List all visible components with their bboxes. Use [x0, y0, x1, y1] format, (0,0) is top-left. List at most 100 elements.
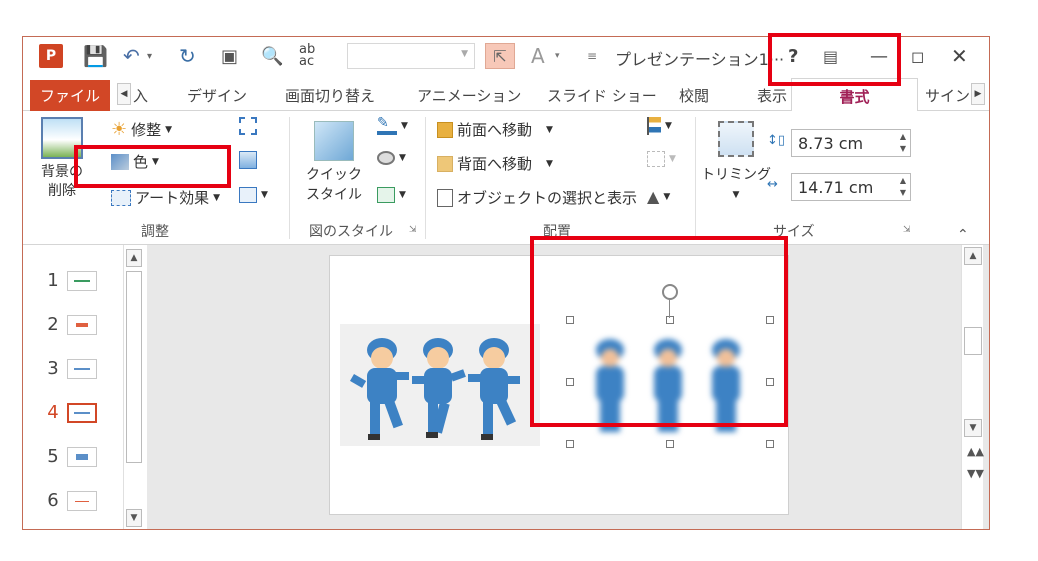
tab-slideshow[interactable]: スライド ショー: [547, 80, 657, 111]
resize-handle[interactable]: [766, 440, 774, 448]
undo-icon[interactable]: ↶: [123, 44, 140, 68]
collapse-ribbon-icon[interactable]: ⌃: [957, 227, 969, 243]
scroll-down-icon[interactable]: ▼: [964, 419, 982, 437]
height-field[interactable]: 8.73 cm ▲ ▼: [791, 129, 911, 157]
tab-scroll-right-icon[interactable]: ▶: [971, 83, 985, 105]
group-objects-icon[interactable]: ▼: [647, 151, 676, 167]
font-size-dropdown-icon[interactable]: ▾: [555, 44, 560, 68]
chevron-down-icon: ▼: [461, 49, 468, 59]
reset-picture-icon[interactable]: ▼: [239, 187, 268, 203]
scroll-thumb[interactable]: [126, 271, 142, 463]
chevron-down-icon: ▼: [546, 124, 553, 135]
workers-picture[interactable]: [340, 324, 540, 446]
scroll-down-icon[interactable]: ▼: [126, 509, 142, 527]
width-field[interactable]: 14.71 cm ▲ ▼: [791, 173, 911, 201]
highlight-format-tab: [768, 33, 901, 86]
maximize-icon[interactable]: ◻: [911, 44, 924, 68]
group-divider: [695, 117, 696, 239]
tab-transitions[interactable]: 画面切り替え: [285, 80, 375, 111]
picture-styles-group-label: 図のスタイル: [309, 224, 393, 240]
art-effects-label: アート効果: [135, 189, 210, 207]
spinner-icon[interactable]: ▲ ▼: [900, 131, 906, 155]
slide-thumbnail[interactable]: [67, 359, 97, 379]
font-size-icon[interactable]: A: [531, 44, 545, 68]
quick-styles-button[interactable]: クイック スタイル: [301, 121, 367, 217]
print-preview-icon[interactable]: 🔍: [261, 44, 283, 68]
dialog-launcher-icon[interactable]: ⇲: [409, 225, 417, 235]
main-scrollbar[interactable]: ▲ ▼ ▲▲ ▼▼: [961, 245, 984, 529]
align-icon[interactable]: ▼: [647, 117, 672, 135]
slide-number: 3: [47, 358, 59, 379]
crop-button[interactable]: トリミング ▼: [701, 121, 771, 217]
scroll-up-icon[interactable]: ▲: [964, 247, 982, 265]
chevron-down-icon: ▼: [165, 124, 173, 135]
start-slideshow-icon[interactable]: ▣: [221, 44, 238, 68]
group-divider: [425, 117, 426, 239]
powerpoint-window: P 💾 ↶ ▾ ↻ ▣ 🔍 ab ac ▼ ⇱ A ▾ ≡ プレゼンテーション1·…: [22, 36, 990, 530]
chevron-down-icon: ▼: [732, 190, 740, 200]
customize-qat-icon[interactable]: ≡: [587, 44, 597, 68]
scroll-thumb[interactable]: [964, 327, 982, 355]
quick-styles-label-2: スタイル: [306, 187, 362, 203]
quick-styles-label-1: クイック: [306, 167, 362, 183]
redo-icon[interactable]: ↻: [179, 44, 196, 68]
tab-file[interactable]: ファイル: [30, 80, 110, 111]
next-slide-icon[interactable]: ▼▼: [967, 467, 984, 480]
selection-pane-label: オブジェクトの選択と表示: [457, 189, 638, 207]
slide-thumbnail[interactable]: [67, 447, 97, 467]
undo-dropdown-icon[interactable]: ▾: [147, 44, 152, 68]
tab-insert[interactable]: 入: [133, 80, 148, 111]
selection-pane-icon: [437, 188, 453, 207]
worker-figure: [468, 338, 520, 440]
art-effects-icon: [111, 189, 131, 206]
dialog-launcher-icon[interactable]: ⇲: [903, 225, 911, 235]
send-backward-button[interactable]: 背面へ移動 ▼: [437, 153, 553, 174]
slide-thumbnail[interactable]: [67, 271, 97, 291]
selection-pane-button[interactable]: オブジェクトの選択と表示: [437, 187, 637, 208]
corrections-button[interactable]: ☀ 修整 ▼: [111, 119, 172, 140]
art-effects-button[interactable]: アート効果 ▼: [111, 187, 220, 208]
rotate-icon[interactable]: ▲ ▼: [647, 187, 670, 206]
slide-thumbnail-active[interactable]: [67, 403, 97, 423]
tab-scroll-left-icon[interactable]: ◀: [117, 83, 131, 105]
chevron-down-icon: ▼: [261, 190, 268, 200]
spelling-icon[interactable]: ab ac: [299, 43, 315, 68]
bring-forward-button[interactable]: 前面へ移動 ▼: [437, 119, 553, 140]
compress-pictures-icon[interactable]: [239, 117, 257, 135]
slide-thumbnail[interactable]: [67, 491, 97, 511]
highlight-blurred-picture: [530, 236, 788, 427]
quick-styles-icon: [314, 121, 354, 161]
tab-review[interactable]: 校閲: [679, 80, 709, 111]
tab-design[interactable]: デザイン: [187, 80, 247, 111]
slide-thumbnail[interactable]: [67, 315, 97, 335]
close-icon[interactable]: ✕: [951, 44, 968, 68]
remove-background-label-2: 削除: [48, 183, 76, 199]
tab-animations[interactable]: アニメーション: [417, 80, 521, 111]
scroll-up-icon[interactable]: ▲: [126, 249, 142, 267]
send-backward-label: 背面へ移動: [457, 155, 533, 173]
resize-handle[interactable]: [666, 440, 674, 448]
slide-number: 6: [47, 490, 59, 511]
sun-icon: ☀: [111, 119, 128, 140]
save-icon[interactable]: 💾: [83, 44, 108, 68]
picture-effects-icon[interactable]: ▼: [377, 151, 406, 165]
spinner-icon[interactable]: ▲ ▼: [900, 175, 906, 199]
send-backward-icon: [437, 155, 453, 172]
chevron-down-icon: ▼: [213, 192, 221, 203]
powerpoint-logo-icon: P: [39, 44, 63, 68]
change-picture-icon[interactable]: [239, 151, 257, 169]
resize-handle[interactable]: [566, 440, 574, 448]
select-cursor-icon[interactable]: ⇱: [485, 43, 515, 69]
worker-figure: [350, 338, 409, 440]
editing-area: 1 2 3 4 5 6 ▲ ▼ ▲ ▼ ▲▲ ▼▼: [23, 245, 989, 529]
picture-layout-icon[interactable]: ▼: [377, 187, 406, 203]
slide-number: 2: [47, 314, 59, 335]
previous-slide-icon[interactable]: ▲▲: [967, 445, 984, 458]
font-combo-box[interactable]: ▼: [347, 43, 475, 69]
group-divider: [289, 117, 290, 239]
slide-number: 5: [47, 446, 59, 467]
highlight-art-effects: [74, 145, 231, 188]
picture-border-icon[interactable]: ✎ ▼: [377, 116, 408, 135]
thumbnail-scrollbar[interactable]: ▲ ▼: [123, 245, 145, 529]
height-value: 8.73 cm: [798, 133, 864, 153]
